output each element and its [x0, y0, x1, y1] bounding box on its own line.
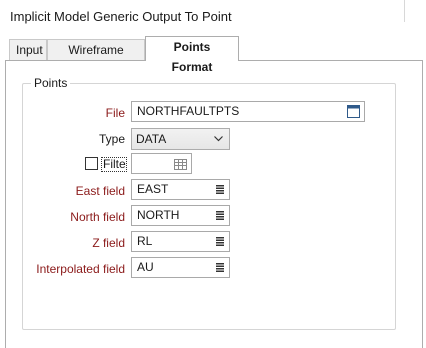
- filter-input[interactable]: [131, 153, 192, 174]
- interpolated-field-input[interactable]: AU: [131, 257, 230, 278]
- field-list-icon[interactable]: [216, 211, 224, 220]
- tab-input[interactable]: Input: [9, 39, 47, 61]
- east-field-input[interactable]: EAST: [131, 179, 230, 200]
- field-list-icon[interactable]: [216, 237, 224, 246]
- tab-input-label: Input: [16, 43, 43, 57]
- window-title: Implicit Model Generic Output To Point: [10, 9, 232, 24]
- field-list-icon[interactable]: [216, 263, 224, 272]
- field-list-icon[interactable]: [216, 185, 224, 194]
- file-input-value: NORTHFAULTPTS: [137, 104, 240, 118]
- north-field-value: NORTH: [137, 208, 180, 222]
- east-field-value: EAST: [137, 182, 169, 196]
- filter-checkbox[interactable]: [85, 157, 98, 170]
- north-field-label: North field: [70, 210, 125, 224]
- points-group-label: Points: [31, 76, 71, 90]
- z-field-value: RL: [137, 234, 153, 248]
- z-field-label: Z field: [92, 236, 125, 250]
- file-label: File: [105, 106, 125, 120]
- z-field-input[interactable]: RL: [131, 231, 230, 252]
- tab-points-format-label: Points Format: [171, 40, 213, 74]
- file-browse-icon[interactable]: [347, 105, 360, 118]
- east-field-label: East field: [75, 184, 125, 198]
- tab-wireframe-format[interactable]: Wireframe Format: [47, 39, 145, 77]
- type-select[interactable]: DATA: [131, 128, 230, 150]
- filter-picker-icon[interactable]: [174, 158, 187, 171]
- interpolated-field-label: Interpolated field: [36, 262, 125, 276]
- type-select-value: DATA: [136, 132, 167, 146]
- interpolated-field-value: AU: [137, 260, 154, 274]
- file-input[interactable]: NORTHFAULTPTS: [131, 101, 365, 122]
- filter-label[interactable]: Filter: [101, 157, 127, 172]
- north-field-input[interactable]: NORTH: [131, 205, 230, 226]
- title-divider: [404, 0, 405, 22]
- tab-points-format[interactable]: Points Format: [145, 36, 239, 74]
- chevron-down-icon: [214, 136, 223, 142]
- type-label: Type: [98, 132, 125, 146]
